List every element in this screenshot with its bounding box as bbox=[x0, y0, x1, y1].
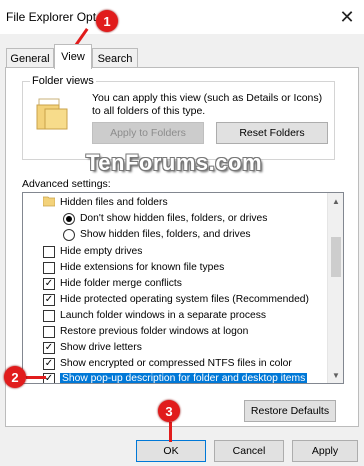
tab-bar: General View Search bbox=[0, 42, 364, 69]
advanced-settings-label: Advanced settings: bbox=[22, 178, 111, 190]
apply-to-folders-button[interactable]: Apply to Folders bbox=[92, 122, 204, 144]
list-item-show-hidden[interactable]: Show hidden files, folders, and drives bbox=[63, 227, 343, 242]
tab-general-label: General bbox=[10, 52, 50, 65]
list-item-hide-protected-files[interactable]: ✓ Hide protected operating system files … bbox=[43, 292, 343, 307]
advanced-settings-list[interactable]: Hidden files and folders Don't show hidd… bbox=[22, 192, 344, 384]
tab-general[interactable]: General bbox=[6, 48, 54, 68]
folder-views-label: Folder views bbox=[30, 75, 96, 87]
reset-folders-button[interactable]: Reset Folders bbox=[216, 122, 328, 144]
checkbox-checked[interactable]: ✓ bbox=[43, 277, 55, 290]
scroll-thumb[interactable] bbox=[331, 237, 341, 277]
folder-views-description: You can apply this view (such as Details… bbox=[92, 92, 323, 117]
radio-button[interactable] bbox=[63, 212, 75, 225]
checkbox-checked[interactable]: ✓ bbox=[43, 293, 55, 306]
checkbox[interactable] bbox=[43, 245, 55, 258]
callout-1: 1 bbox=[96, 10, 118, 32]
checkbox-checked[interactable]: ✓ bbox=[43, 341, 55, 354]
list-item-label: Show drive letters bbox=[60, 342, 142, 353]
cancel-label: Cancel bbox=[232, 445, 266, 457]
list-item-show-popup-description[interactable]: ✓ Show pop-up description for folder and… bbox=[43, 371, 343, 384]
callout-2-pointer bbox=[26, 376, 46, 379]
list-item-label: Hide folder merge conflicts bbox=[60, 278, 182, 289]
list-item-hidden-files-folder: Hidden files and folders bbox=[42, 195, 343, 210]
restore-defaults-label: Restore Defaults bbox=[250, 405, 330, 417]
tab-search-label: Search bbox=[97, 52, 133, 65]
apply-button[interactable]: Apply bbox=[292, 440, 358, 462]
list-item-hide-extensions[interactable]: Hide extensions for known file types bbox=[43, 260, 343, 275]
restore-defaults-button[interactable]: Restore Defaults bbox=[244, 400, 336, 422]
close-button[interactable]: ✕ bbox=[336, 6, 358, 28]
scroll-up-arrow-icon[interactable]: ▲ bbox=[328, 193, 343, 209]
apply-to-folders-label: Apply to Folders bbox=[110, 127, 186, 139]
close-icon: ✕ bbox=[339, 6, 355, 27]
window-title: File Explorer Opt bbox=[6, 10, 97, 24]
list-item-label: Don't show hidden files, folders, or dri… bbox=[80, 213, 268, 224]
list-item-label: Show encrypted or compressed NTFS files … bbox=[60, 358, 292, 369]
reset-folders-label: Reset Folders bbox=[239, 127, 305, 139]
list-item-show-drive-letters[interactable]: ✓ Show drive letters bbox=[43, 340, 343, 355]
list-item-separate-process[interactable]: Launch folder windows in a separate proc… bbox=[43, 308, 343, 323]
list-item-restore-windows[interactable]: Restore previous folder windows at logon bbox=[43, 324, 343, 339]
list-item-hide-merge-conflicts[interactable]: ✓ Hide folder merge conflicts bbox=[43, 276, 343, 291]
tab-view[interactable]: View bbox=[54, 44, 92, 69]
checkbox-checked[interactable]: ✓ bbox=[43, 357, 55, 370]
ok-button[interactable]: OK bbox=[136, 440, 206, 462]
list-item-label: Launch folder windows in a separate proc… bbox=[60, 310, 267, 321]
file-explorer-options-dialog: File Explorer Opt ✕ General View Search … bbox=[0, 0, 364, 466]
list-item-hide-empty-drives[interactable]: Hide empty drives bbox=[43, 244, 343, 259]
list-item-label: Hide protected operating system files (R… bbox=[60, 294, 309, 305]
list-item-dont-show-hidden[interactable]: Don't show hidden files, folders, or dri… bbox=[63, 211, 343, 226]
checkbox[interactable] bbox=[43, 325, 55, 338]
callout-3-pointer bbox=[169, 422, 172, 442]
radio-button[interactable] bbox=[63, 228, 75, 241]
title-bar: File Explorer Opt ✕ bbox=[0, 0, 364, 34]
checkbox[interactable] bbox=[43, 309, 55, 322]
radio-selected-dot bbox=[66, 215, 72, 222]
watermark: TenForums.com bbox=[86, 150, 263, 175]
apply-label: Apply bbox=[311, 445, 339, 457]
cancel-button[interactable]: Cancel bbox=[214, 440, 284, 462]
callout-2: 2 bbox=[4, 366, 26, 388]
tab-search[interactable]: Search bbox=[92, 48, 138, 68]
list-item-show-encrypted-color[interactable]: ✓ Show encrypted or compressed NTFS file… bbox=[43, 356, 343, 371]
callout-3: 3 bbox=[158, 400, 180, 422]
folder-views-icon bbox=[36, 97, 68, 134]
list-item-label: Restore previous folder windows at logon bbox=[60, 326, 249, 337]
list-item-label: Hide extensions for known file types bbox=[60, 262, 225, 273]
list-item-label: Hide empty drives bbox=[60, 246, 143, 257]
checkbox[interactable] bbox=[43, 261, 55, 274]
scroll-down-arrow-icon[interactable]: ▼ bbox=[328, 367, 343, 383]
folder-icon bbox=[42, 195, 56, 210]
list-item-label: Show hidden files, folders, and drives bbox=[80, 229, 251, 240]
tab-view-label: View bbox=[61, 51, 85, 63]
list-item-label: Show pop-up description for folder and d… bbox=[60, 373, 308, 384]
list-item-label: Hidden files and folders bbox=[60, 197, 168, 208]
ok-label: OK bbox=[163, 445, 179, 457]
list-scrollbar[interactable]: ▲ ▼ bbox=[327, 193, 343, 383]
